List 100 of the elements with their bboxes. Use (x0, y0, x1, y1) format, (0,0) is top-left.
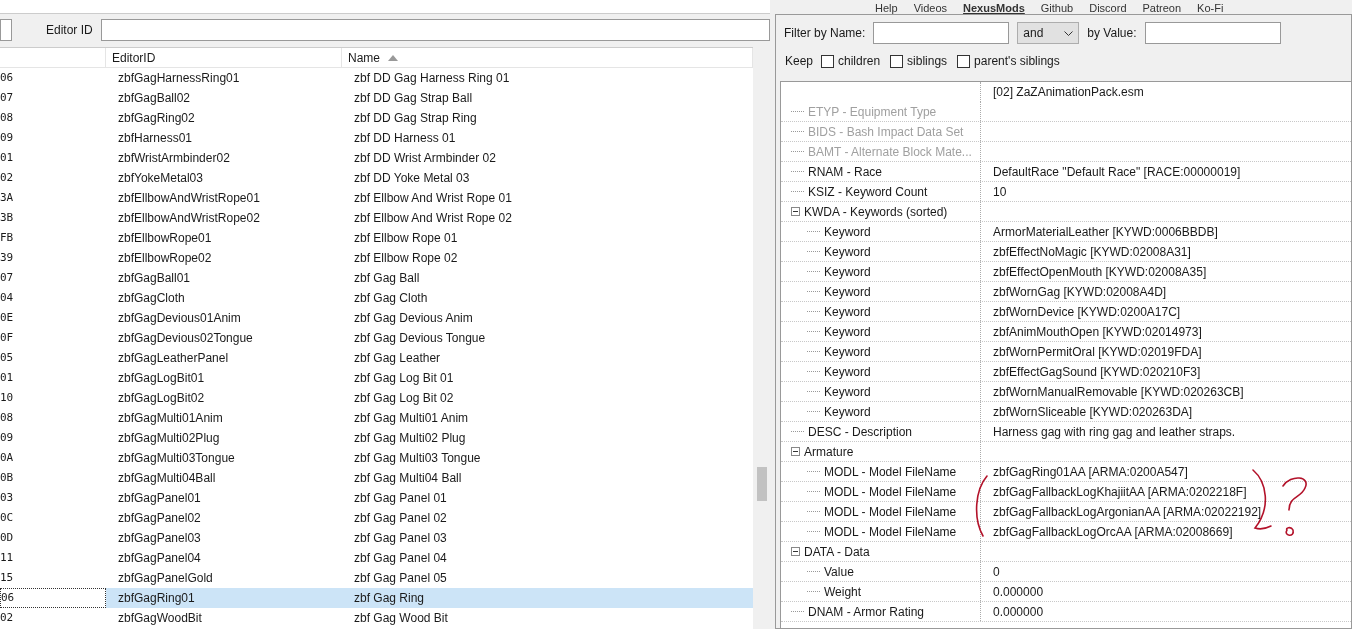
record-row[interactable]: 0C zbfGagPanel02 zbf Gag Panel 02 (0, 508, 753, 528)
record-row[interactable]: 07 zbfGagBall01 zbf Gag Ball (0, 268, 753, 288)
collapse-toggle-icon[interactable] (791, 447, 800, 456)
table-cell-text: 09 (0, 429, 15, 446)
toolbar-link[interactable]: Ko-Fi (1197, 2, 1224, 14)
record-row[interactable]: 0A zbfGagMulti03Tongue zbf Gag Multi03 Tongue (0, 448, 753, 468)
table-cell-text: zbf Gag Leather (353, 350, 442, 367)
table-cell-text: zbf Gag Log Bit 01 (353, 370, 455, 387)
field-label: Weight (824, 583, 862, 601)
field-label: Keyword (824, 223, 871, 241)
table-cell-text: zbfGagPanel02 (117, 510, 202, 527)
record-row[interactable]: 09 zbfGagMulti02Plug zbf Gag Multi02 Plug (0, 428, 753, 448)
table-cell: 06 (0, 588, 106, 608)
field-label: Keyword (824, 283, 871, 301)
field-value: zbfEffectOpenMouth [KYWD:02008A35] (993, 263, 1207, 281)
scrollbar-thumb[interactable] (756, 467, 767, 501)
field-value: 0.000000 (993, 603, 1044, 621)
toolbar-link[interactable]: Discord (1089, 2, 1127, 14)
column-header[interactable]: EditorID (106, 48, 342, 67)
field-label: MODL - Model FileName (824, 483, 957, 501)
checkbox[interactable] (957, 54, 971, 68)
record-row[interactable]: 06 zbfGagHarnessRing01 zbf DD Gag Harness Ring 01 (0, 68, 753, 88)
table-cell-text: zbf Gag Panel 03 (353, 530, 448, 547)
table-cell-text: 39 (0, 249, 15, 266)
table-cell-text: zbf Gag Log Bit 02 (353, 390, 455, 407)
table-cell-text: zbfGagBall02 (117, 90, 192, 107)
record-row[interactable]: 11 zbfGagPanel04 zbf Gag Panel 04 (0, 548, 753, 568)
table-cell-text: zbf DD Wrist Armbinder 02 (353, 150, 497, 167)
editor-id-field[interactable] (100, 19, 770, 41)
record-row[interactable]: 05 zbfGagLeatherPanel zbf Gag Leather (0, 348, 753, 368)
record-row[interactable]: 03 zbfGagPanel01 zbf Gag Panel 01 (0, 488, 753, 508)
record-row[interactable]: 08 zbfGagRing02 zbf DD Gag Strap Ring (0, 108, 753, 128)
filter-value-field[interactable] (1144, 22, 1281, 44)
checkbox[interactable] (821, 54, 835, 68)
record-row[interactable]: 06 zbfGagRing01 zbf Gag Ring (0, 588, 753, 608)
record-row[interactable]: 39 zbfEllbowRope02 zbf Ellbow Rope 02 (0, 248, 753, 268)
operator-dropdown[interactable]: and (1017, 22, 1080, 44)
record-row[interactable]: 0B zbfGagMulti04Ball zbf Gag Multi04 Ball (0, 468, 753, 488)
table-cell-text: zbf Gag Panel 04 (353, 550, 448, 567)
record-row[interactable]: 01 zbfWristArmbinder02 zbf DD Wrist Armbinder 02 (0, 148, 753, 168)
table-cell-text: zbfGagMulti04Ball (117, 470, 217, 487)
toolbar-link[interactable]: Help (875, 2, 898, 14)
table-cell-text: zbfGagLogBit01 (117, 370, 206, 387)
table-cell-text: 0E (0, 309, 15, 326)
record-row[interactable]: 0F zbfGagDevious02Tongue zbf Gag Devious Tongue (0, 328, 753, 348)
record-row[interactable]: 15 zbfGagPanelGold zbf Gag Panel 05 (0, 568, 753, 588)
field-label: Keyword (824, 243, 871, 261)
record-row[interactable]: FB zbfEllbowRope01 zbf Ellbow Rope 01 (0, 228, 753, 248)
record-row[interactable]: 04 zbfGagCloth zbf Gag Cloth (0, 288, 753, 308)
record-row[interactable]: 08 zbfGagMulti01Anim zbf Gag Multi01 Anim (0, 408, 753, 428)
filter-name-label: Filter by Name: (784, 25, 866, 42)
field-label: Value (824, 563, 854, 581)
record-row[interactable]: 07 zbfGagBall02 zbf DD Gag Strap Ball (0, 88, 753, 108)
field-label: RNAM - Race (808, 163, 882, 181)
record-row[interactable]: 3A zbfEllbowAndWristRope01 zbf Ellbow And Wrist Rope 01 (0, 188, 753, 208)
toolbar-link[interactable]: NexusMods (963, 2, 1025, 14)
keep-label: Keep (785, 53, 814, 70)
table-cell-text: zbf Gag Devious Anim (353, 310, 474, 327)
form-id-field[interactable] (0, 19, 12, 41)
table-cell-text: 01 (0, 369, 15, 386)
table-cell-text: zbfGagHarnessRing01 (117, 70, 241, 87)
table-cell-text: 0A (0, 449, 15, 466)
record-row[interactable]: 02 zbfYokeMetal03 zbf DD Yoke Metal 03 (0, 168, 753, 188)
table-cell-text: 05 (0, 349, 15, 366)
table-cell-text: 08 (0, 409, 15, 426)
record-row[interactable]: 0E zbfGagDevious01Anim zbf Gag Devious Anim (0, 308, 753, 328)
table-cell-text: zbfEllbowAndWristRope02 (117, 210, 261, 227)
table-cell-text: zbf Ellbow And Wrist Rope 02 (353, 210, 513, 227)
table-cell-text: zbfGagLeatherPanel (117, 350, 230, 367)
field-label: KSIZ - Keyword Count (808, 183, 928, 201)
table-cell-text: zbf Gag Devious Tongue (353, 330, 487, 347)
record-row[interactable]: 01 zbfGagLogBit01 zbf Gag Log Bit 01 (0, 368, 753, 388)
field-label: BIDS - Bash Impact Data Set (808, 123, 964, 141)
table-cell-text: zbf Gag Ball (353, 270, 421, 287)
filter-name-field[interactable] (873, 22, 1010, 44)
field-value: zbfEffectNoMagic [KYWD:02008A31] (993, 243, 1191, 261)
field-label: MODL - Model FileName (824, 503, 957, 521)
record-row[interactable]: 02 zbfGagWoodBit zbf Gag Wood Bit (0, 608, 753, 628)
table-cell-text: 0B (0, 469, 15, 486)
record-row[interactable]: 09 zbfHarness01 zbf DD Harness 01 (0, 128, 753, 148)
table-cell-text: zbfGagLogBit02 (117, 390, 206, 407)
table-cell-text: zbf Gag Cloth (353, 290, 429, 307)
table-cell-text: 0F (0, 329, 15, 346)
toolbar-link[interactable]: Github (1040, 2, 1074, 14)
collapse-toggle-icon[interactable] (791, 207, 800, 216)
toolbar-link[interactable]: Patreon (1142, 2, 1182, 14)
field-value: zbfWornDevice [KYWD:0200A17C] (993, 303, 1181, 321)
table-cell-text: zbf Gag Panel 02 (353, 510, 448, 527)
table-cell-text: zbf DD Gag Strap Ring (353, 110, 478, 127)
collapse-toggle-icon[interactable] (791, 547, 800, 556)
field-label: DATA - Data (804, 543, 870, 561)
field-value: 10 (993, 183, 1007, 201)
checkbox[interactable] (890, 54, 904, 68)
field-value: zbfGagFallbackLogOrcAA [ARMA:02008669] (993, 523, 1233, 541)
record-row[interactable]: 3B zbfEllbowAndWristRope02 zbf Ellbow And Wrist Rope 02 (0, 208, 753, 228)
field-value: 0.000000 (993, 583, 1044, 601)
record-row[interactable]: 0D zbfGagPanel03 zbf Gag Panel 03 (0, 528, 753, 548)
record-row[interactable]: 10 zbfGagLogBit02 zbf Gag Log Bit 02 (0, 388, 753, 408)
table-cell-text: zbfEllbowRope02 (117, 250, 213, 267)
toolbar-link[interactable]: Videos (913, 2, 948, 14)
